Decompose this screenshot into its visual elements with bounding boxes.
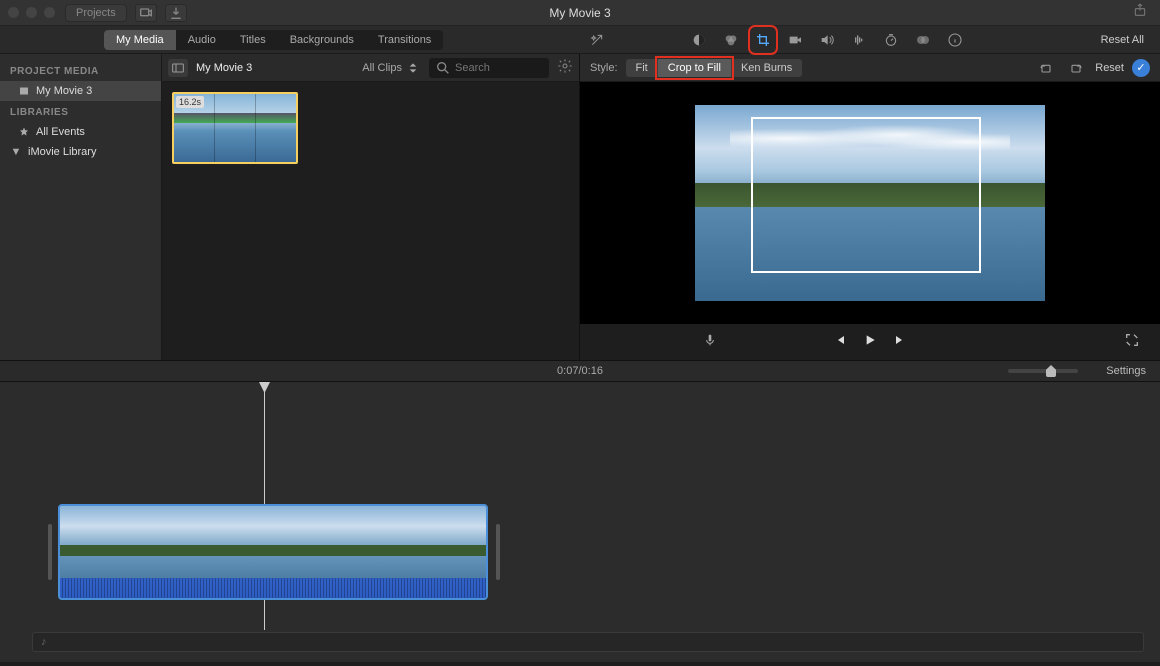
timeline-zoom-slider[interactable]	[1008, 369, 1078, 373]
prev-frame-icon[interactable]	[832, 332, 848, 353]
reset-crop-button[interactable]: Reset	[1095, 62, 1124, 74]
sidebar-item-label: All Events	[36, 126, 85, 138]
film-icon	[18, 85, 30, 97]
noise-reduction-icon[interactable]	[848, 29, 870, 51]
window-controls	[8, 7, 55, 18]
crop-fit-button[interactable]: Fit	[626, 59, 658, 77]
disclosure-triangle-icon[interactable]: ▼	[10, 146, 22, 158]
crop-handle-br[interactable]	[969, 261, 981, 273]
main-toolbar: My Media Audio Titles Backgrounds Transi…	[0, 26, 1160, 54]
reset-all-button[interactable]: Reset All	[1101, 34, 1144, 46]
sidebar-item-label: iMovie Library	[28, 146, 96, 158]
project-media-heading: PROJECT MEDIA	[0, 60, 161, 81]
timeline-clip[interactable]	[58, 504, 488, 600]
sidebar-item-project[interactable]: My Movie 3	[0, 81, 161, 101]
enhance-icon[interactable]	[586, 29, 608, 51]
tab-backgrounds[interactable]: Backgrounds	[278, 30, 366, 50]
crop-controls-bar: Style: Fit Crop to Fill Ken Burns Reset …	[580, 54, 1160, 82]
sidebar-item-all-events[interactable]: All Events	[0, 122, 161, 142]
import-media-icon[interactable]	[135, 4, 157, 22]
zoom-window[interactable]	[44, 7, 55, 18]
total-time: 0:16	[582, 365, 603, 377]
crop-rectangle[interactable]	[751, 117, 981, 273]
viewer: Style: Fit Crop to Fill Ken Burns Reset …	[580, 54, 1160, 360]
tab-titles[interactable]: Titles	[228, 30, 278, 50]
search-box[interactable]	[429, 58, 549, 78]
current-time: 0:07	[557, 365, 578, 377]
color-correction-icon[interactable]	[720, 29, 742, 51]
browser-body: 16.2s	[162, 82, 579, 360]
close-window[interactable]	[8, 7, 19, 18]
window-title: My Movie 3	[549, 6, 610, 20]
timeline[interactable]: ♪	[0, 382, 1160, 662]
sidebar-toggle-icon[interactable]	[168, 59, 188, 77]
media-browser: My Movie 3 All Clips 16.2s	[162, 54, 580, 360]
viewer-canvas[interactable]	[580, 82, 1160, 324]
audio-track[interactable]: ♪	[32, 632, 1144, 652]
crop-icon[interactable]	[752, 29, 774, 51]
style-label: Style:	[590, 62, 618, 74]
sidebar-item-label: My Movie 3	[36, 85, 92, 97]
crop-handle-bl[interactable]	[751, 261, 763, 273]
clip-duration-badge: 16.2s	[176, 96, 204, 108]
search-icon	[435, 60, 451, 76]
crop-style-segmented: Fit Crop to Fill Ken Burns	[626, 59, 803, 77]
main-area: PROJECT MEDIA My Movie 3 LIBRARIES All E…	[0, 54, 1160, 360]
timecode-bar: 0:07 / 0:16 Settings	[0, 360, 1160, 382]
voiceover-icon[interactable]	[702, 332, 718, 353]
clip-handle-left[interactable]	[48, 524, 52, 580]
clip-filter-icon[interactable]	[912, 29, 934, 51]
sidebar-item-imovie-library[interactable]: ▼ iMovie Library	[0, 142, 161, 162]
sidebar: PROJECT MEDIA My Movie 3 LIBRARIES All E…	[0, 54, 162, 360]
gear-icon[interactable]	[557, 58, 573, 77]
audio-waveform	[60, 578, 486, 598]
search-input[interactable]	[455, 62, 535, 74]
video-preview	[695, 105, 1045, 301]
next-frame-icon[interactable]	[892, 332, 908, 353]
rotate-ccw-icon[interactable]	[1035, 57, 1057, 79]
crop-to-fill-button[interactable]: Crop to Fill	[658, 59, 731, 77]
tab-my-media[interactable]: My Media	[104, 30, 176, 50]
clip-handle-right[interactable]	[496, 524, 500, 580]
libraries-heading: LIBRARIES	[0, 101, 161, 122]
apply-crop-button[interactable]: ✓	[1132, 59, 1150, 77]
playback-controls	[580, 324, 1160, 360]
crop-handle-tl[interactable]	[751, 117, 763, 129]
rotate-cw-icon[interactable]	[1065, 57, 1087, 79]
stabilization-icon[interactable]	[784, 29, 806, 51]
projects-button[interactable]: Projects	[65, 4, 127, 22]
all-clips-label: All Clips	[362, 62, 402, 74]
browser-project-name: My Movie 3	[196, 62, 252, 74]
star-icon	[18, 126, 30, 138]
volume-icon[interactable]	[816, 29, 838, 51]
tab-transitions[interactable]: Transitions	[366, 30, 443, 50]
crop-handle-tr[interactable]	[969, 117, 981, 129]
download-icon[interactable]	[165, 4, 187, 22]
timeline-settings-button[interactable]: Settings	[1106, 365, 1146, 377]
all-clips-dropdown[interactable]: All Clips	[362, 60, 421, 76]
browser-header: My Movie 3 All Clips	[162, 54, 579, 82]
fullscreen-icon[interactable]	[1124, 332, 1140, 353]
clip-thumbnail[interactable]: 16.2s	[172, 92, 298, 164]
ken-burns-button[interactable]: Ken Burns	[731, 59, 802, 77]
music-icon: ♪	[41, 636, 47, 648]
tab-audio[interactable]: Audio	[176, 30, 228, 50]
titlebar: Projects My Movie 3	[0, 0, 1160, 26]
play-icon[interactable]	[862, 332, 878, 353]
color-balance-icon[interactable]	[688, 29, 710, 51]
speed-icon[interactable]	[880, 29, 902, 51]
chevron-updown-icon	[405, 60, 421, 76]
share-icon[interactable]	[1132, 2, 1148, 23]
minimize-window[interactable]	[26, 7, 37, 18]
info-icon[interactable]	[944, 29, 966, 51]
library-tabs: My Media Audio Titles Backgrounds Transi…	[104, 30, 443, 50]
